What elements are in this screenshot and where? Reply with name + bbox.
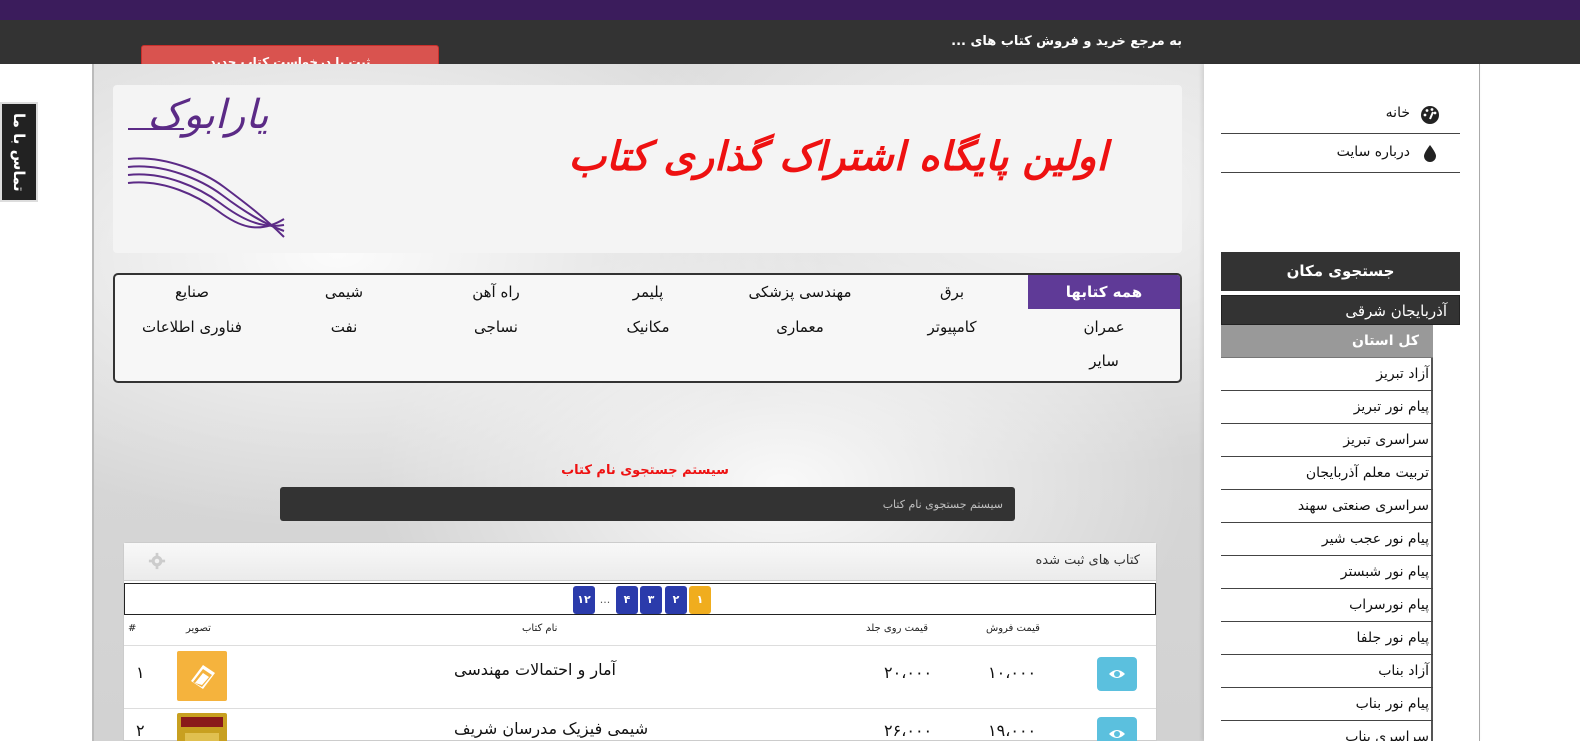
city-item[interactable]: پیام نور بناب (1221, 688, 1433, 721)
page-1-button[interactable]: ۱ (689, 586, 711, 614)
eye-icon (1109, 670, 1125, 678)
column-header-name: نام کتاب (522, 623, 558, 634)
book-name[interactable]: شیمی فیزیک مدرسان شریف (454, 719, 648, 738)
category-item[interactable]: سایر (1028, 344, 1180, 378)
nav-about-label: درباره سایت (1336, 144, 1410, 160)
city-item-all[interactable]: کل استان (1221, 325, 1433, 358)
page-4-button[interactable]: ۴ (616, 586, 638, 614)
drop-icon (1424, 145, 1436, 162)
top-stripe (0, 0, 1580, 20)
book-cover-icon[interactable] (177, 713, 227, 741)
category-item[interactable]: صنایع (116, 275, 268, 309)
category-item[interactable]: فناوری اطلاعات (116, 310, 268, 344)
column-header-num: # (128, 623, 137, 634)
category-item[interactable]: کامپیوتر (876, 310, 1028, 344)
city-item[interactable]: آزاد تبریز (1221, 358, 1433, 391)
nav-home-label: خانه (1385, 105, 1410, 121)
city-item[interactable]: پیام نورسراب (1221, 589, 1433, 622)
page-2-button[interactable]: ۲ (665, 586, 687, 614)
cover-price: ۲۶،۰۰۰ (884, 721, 933, 740)
category-item[interactable]: نفت (268, 310, 420, 344)
nav-about[interactable]: درباره سایت (1221, 134, 1460, 173)
category-item[interactable]: برق (876, 275, 1028, 309)
city-item[interactable]: پیام نور عجب شیر (1221, 523, 1433, 556)
column-header-cover-price: قیمت روی جلد (866, 623, 928, 634)
row-number: ۲ (136, 721, 145, 740)
gear-icon[interactable] (148, 552, 166, 570)
category-item[interactable]: پلیمر (572, 275, 724, 309)
location-search-title: جستجوی مکان (1221, 252, 1460, 291)
top-bar: به مرجع خرید و فروش کتاب های ... ثبت یا … (0, 20, 1580, 79)
search-title: سیستم جستجوی نام کتاب (561, 463, 729, 478)
city-item[interactable]: سراسری بناب (1221, 721, 1433, 741)
books-panel-title: کتاب های ثبت شده (1035, 553, 1140, 568)
header-divider (124, 645, 1156, 646)
category-all[interactable]: همه کتابها (1028, 275, 1180, 309)
city-item[interactable]: پیام نور شبستر (1221, 556, 1433, 589)
book-search-input[interactable] (280, 487, 1015, 521)
category-item[interactable]: شیمی (268, 275, 420, 309)
pagination-ellipsis: ... (599, 593, 611, 606)
city-item[interactable]: پیام نور تبریز (1221, 391, 1433, 424)
books-panel-header: کتاب های ثبت شده (124, 543, 1156, 581)
pagination: ۱ ۲ ۳ ۴ ... ۱۲ (124, 583, 1156, 615)
category-item[interactable]: عمران (1028, 310, 1180, 344)
page-last-button[interactable]: ۱۲ (573, 586, 595, 614)
dashboard-icon (1421, 106, 1439, 124)
row-number: ۱ (136, 663, 145, 682)
banner-title: اولین پایگاه اشتراک گذاری کتاب (568, 133, 1108, 180)
category-menu: همه کتابها برق مهندسی پزشکی پلیمر راه آه… (113, 273, 1182, 383)
cover-price: ۲۰،۰۰۰ (884, 663, 933, 682)
city-item[interactable]: آزاد بناب (1221, 655, 1433, 688)
book-name[interactable]: آمار و احتمالات مهندسی (454, 660, 616, 679)
city-item[interactable]: تربیت معلم آذربایجان (1221, 457, 1433, 490)
eye-icon (1109, 730, 1125, 738)
column-header-sale-price: قیمت فروش (986, 623, 1040, 634)
row-divider (124, 708, 1156, 709)
view-book-button[interactable] (1097, 717, 1137, 741)
province-selector[interactable]: آذربایجان شرقی (1221, 295, 1460, 325)
category-item[interactable]: راه آهن (420, 275, 572, 309)
logo-text: یارابوک (147, 92, 269, 138)
sale-price: ۱۰،۰۰۰ (988, 663, 1037, 682)
category-item[interactable]: معماری (724, 310, 876, 344)
site-tagline: به مرجع خرید و فروش کتاب های ... (951, 34, 1182, 49)
nav-home[interactable]: خانه (1221, 95, 1460, 134)
category-item[interactable]: نساجی (420, 310, 572, 344)
sale-price: ۱۹،۰۰۰ (988, 721, 1037, 740)
city-list: کل استان آزاد تبریز پیام نور تبریز سراسر… (1221, 325, 1433, 741)
view-book-button[interactable] (1097, 657, 1137, 691)
city-item[interactable]: سراسری صنعتی سهند (1221, 490, 1433, 523)
city-item[interactable]: پیام نور جلفا (1221, 622, 1433, 655)
book-cover-icon[interactable] (177, 651, 227, 701)
category-item[interactable]: مکانیک (572, 310, 724, 344)
city-item[interactable]: سراسری تبریز (1221, 424, 1433, 457)
contact-us-tab[interactable]: تماس با ما (0, 102, 38, 202)
page-3-button[interactable]: ۳ (640, 586, 662, 614)
books-panel: کتاب های ثبت شده ۱ ۲ ۳ ۴ ... ۱۲ # تصویر … (123, 542, 1157, 741)
category-item[interactable]: مهندسی پزشکی (724, 275, 876, 309)
column-header-image: تصویر (186, 623, 211, 634)
